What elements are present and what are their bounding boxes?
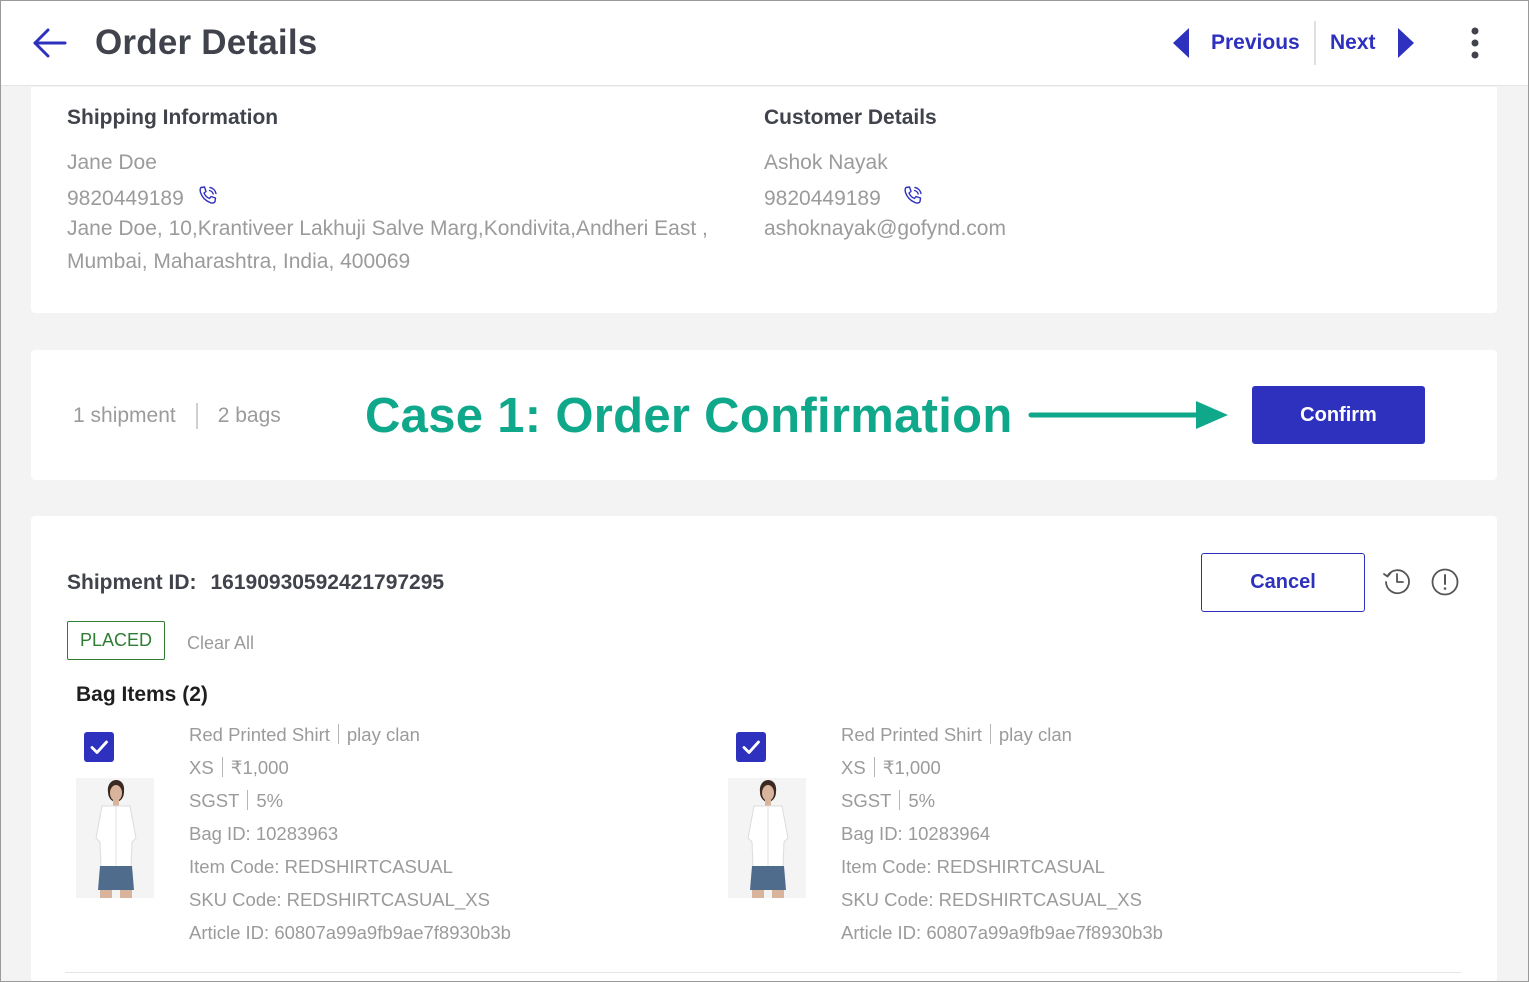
status-badge: PLACED [67, 621, 165, 660]
history-icon[interactable] [1382, 566, 1412, 596]
tax-rate: 5% [256, 790, 284, 811]
shipping-phone: 9820449189 [67, 187, 184, 210]
triangle-right-icon [1397, 28, 1414, 58]
bag-items-title: Bag Items (2) [76, 683, 208, 706]
bag-item-size-row: XS ₹1,000 [189, 757, 289, 779]
divider [221, 757, 223, 777]
next-button[interactable]: Next [1330, 25, 1416, 61]
shipment-summary-card: 1 shipment 2 bags Case 1: Order Confirma… [31, 350, 1497, 480]
bag-item-tax-row: SGST 5% [841, 790, 935, 812]
back-button[interactable] [31, 27, 69, 59]
shipping-address-line2: Mumbai, Maharashtra, India, 400069 [67, 250, 411, 273]
bag-item-tax-row: SGST 5% [189, 790, 283, 812]
customer-name: Ashok Nayak [764, 151, 888, 174]
sku-code: SKU Code: REDSHIRTCASUAL_XS [189, 889, 490, 910]
bag-item-checkbox[interactable] [84, 732, 114, 762]
customer-details-heading: Customer Details [764, 106, 937, 129]
checkmark-icon [90, 740, 108, 754]
nav-divider [1314, 21, 1316, 65]
shipping-phone-row: 9820449189 [67, 184, 220, 211]
product-brand: play clan [998, 724, 1072, 745]
previous-label: Previous [1211, 31, 1300, 54]
bag-id: Bag ID: 10283964 [841, 823, 991, 844]
tax-name: SGST [841, 790, 892, 811]
bag-item-title-row: Red Printed Shirt play clan [841, 724, 1072, 746]
confirm-button[interactable]: Confirm [1252, 386, 1425, 444]
shipment-id-label: Shipment ID: [67, 571, 197, 594]
annotation-label: Case 1: Order Confirmation [365, 389, 1013, 443]
customer-phone-row: 9820449189 [764, 184, 925, 211]
previous-button[interactable]: Previous [1171, 25, 1300, 61]
divider [899, 790, 901, 810]
phone-call-icon[interactable] [901, 184, 925, 208]
article-id: Article ID: 60807a99a9fb9ae7f8930b3b [189, 922, 511, 943]
page-header: Order Details Previous Next [1, 1, 1528, 86]
product-image [728, 778, 806, 898]
product-brand: play clan [346, 724, 420, 745]
sku-code: SKU Code: REDSHIRTCASUAL_XS [841, 889, 1142, 910]
more-options-button[interactable] [1463, 25, 1487, 61]
tax-name: SGST [189, 790, 240, 811]
shipment-card: Shipment ID: 16190930592421797295 Cancel … [31, 516, 1497, 982]
divider [989, 724, 991, 744]
kebab-menu-icon [1471, 27, 1479, 59]
divider [247, 790, 249, 810]
bag-item-checkbox[interactable] [736, 732, 766, 762]
divider [337, 724, 339, 744]
bag-item: Red Printed Shirt play clan XS ₹1,000 SGST… [728, 724, 1328, 964]
divider [873, 757, 875, 777]
section-divider [65, 972, 1461, 973]
shipment-id-row: Shipment ID: 16190930592421797295 [67, 571, 444, 595]
checkmark-icon [742, 740, 760, 754]
article-id: Article ID: 60807a99a9fb9ae7f8930b3b [841, 922, 1163, 943]
clear-all-link[interactable]: Clear All [187, 633, 254, 654]
shipping-address-line1: Jane Doe, 10,Krantiveer Lakhuji Salve Ma… [67, 217, 708, 240]
bag-item-size-row: XS ₹1,000 [841, 757, 941, 779]
shipping-info-heading: Shipping Information [67, 106, 279, 129]
summary-divider [195, 403, 198, 429]
bag-id: Bag ID: 10283963 [189, 823, 339, 844]
product-image [76, 778, 154, 898]
bag-item-title-row: Red Printed Shirt play clan [189, 724, 420, 746]
shipment-summary: 1 shipment 2 bags [73, 403, 281, 429]
customer-phone: 9820449189 [764, 187, 881, 210]
product-size: XS [841, 757, 866, 778]
next-label: Next [1330, 31, 1376, 54]
item-code: Item Code: REDSHIRTCASUAL [841, 856, 1105, 877]
product-name: Red Printed Shirt [841, 724, 982, 745]
bag-count: 2 bags [217, 404, 281, 427]
customer-email: ashoknayak@gofynd.com [764, 217, 1006, 240]
product-price: ₹1,000 [882, 757, 941, 778]
product-price: ₹1,000 [230, 757, 289, 778]
shipment-id-value: 16190930592421797295 [210, 571, 445, 594]
bag-item: Red Printed Shirt play clan XS ₹1,000 SGST… [76, 724, 676, 964]
cancel-button[interactable]: Cancel [1201, 553, 1365, 612]
product-size: XS [189, 757, 214, 778]
page-title: Order Details [95, 23, 318, 62]
shipment-count: 1 shipment [73, 404, 176, 427]
item-code: Item Code: REDSHIRTCASUAL [189, 856, 453, 877]
order-info-card: Shipping Information Jane Doe 9820449189… [31, 87, 1497, 313]
alert-circle-icon[interactable] [1430, 567, 1460, 597]
arrow-left-icon [33, 28, 67, 58]
product-name: Red Printed Shirt [189, 724, 330, 745]
shipping-name: Jane Doe [67, 151, 157, 174]
triangle-left-icon [1173, 28, 1189, 58]
phone-call-icon[interactable] [196, 184, 220, 208]
annotation-arrow-icon [1028, 401, 1228, 429]
tax-rate: 5% [908, 790, 936, 811]
